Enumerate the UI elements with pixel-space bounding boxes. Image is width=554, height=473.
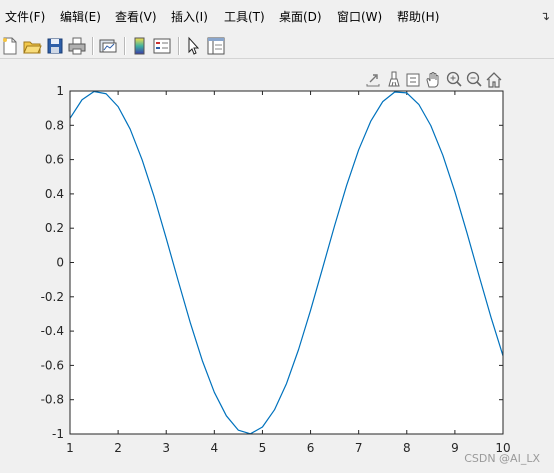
x-tick-label: 5 [259,441,267,455]
export-icon[interactable] [364,70,382,90]
zoom-out-icon[interactable] [465,70,483,90]
y-tick-label: -0.8 [41,393,64,407]
y-tick-label: 0 [56,256,64,270]
x-tick-label: 4 [211,441,219,455]
brush-icon[interactable] [385,70,403,90]
y-tick-label: 0.2 [45,221,64,235]
y-tick-label: -0.6 [41,358,64,372]
y-tick-label: -0.2 [41,290,64,304]
y-tick-label: 1 [56,84,64,98]
pan-icon[interactable] [424,70,442,90]
x-tick-label: 2 [114,441,122,455]
x-tick-label: 1 [66,441,74,455]
x-tick-label: 3 [162,441,170,455]
x-tick-label: 9 [451,441,459,455]
data-tips-icon[interactable] [404,70,422,90]
x-tick-label: 7 [355,441,363,455]
x-tick-label: 8 [403,441,411,455]
axes-toolbar [364,70,504,92]
y-tick-label: 0.8 [45,118,64,132]
watermark: CSDN @AI_LX [464,452,540,465]
y-tick-label: 0.6 [45,153,64,167]
home-icon[interactable] [485,70,503,90]
y-tick-label: -0.4 [41,324,64,338]
x-tick-label: 6 [307,441,315,455]
zoom-in-icon[interactable] [445,70,463,90]
y-tick-label: 0.4 [45,187,64,201]
y-tick-label: -1 [52,427,64,441]
